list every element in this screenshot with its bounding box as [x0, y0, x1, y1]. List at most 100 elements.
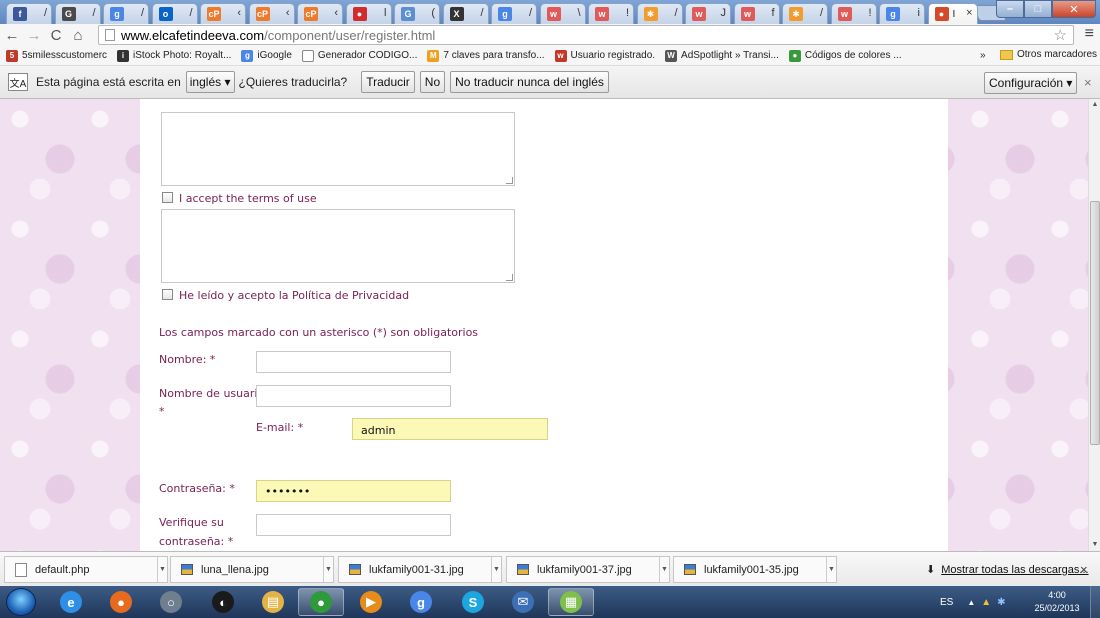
browser-tab[interactable]: ● l	[345, 3, 392, 24]
download-item[interactable]: luna_llena.jpg ▼	[170, 556, 334, 583]
browser-tab[interactable]: cP ‹	[248, 3, 295, 24]
tab-close-icon[interactable]: J	[721, 7, 727, 19]
taskbar-app[interactable]: ▦	[548, 588, 594, 616]
address-bar[interactable]: www.elcafetindeeva.com/component/user/re…	[98, 25, 1074, 45]
taskbar-app[interactable]: ○	[148, 588, 194, 616]
show-all-downloads[interactable]: ⬇ Mostrar todas las descargas...	[926, 563, 1089, 577]
bookmark-item[interactable]: g iGoogle	[241, 49, 292, 62]
username-input[interactable]	[256, 385, 451, 407]
taskbar-app[interactable]: ✉	[500, 588, 546, 616]
privacy-checkbox[interactable]	[162, 289, 173, 300]
start-button[interactable]	[6, 588, 36, 616]
chevron-down-icon[interactable]: ▼	[659, 557, 669, 582]
tab-close-icon[interactable]: /	[189, 7, 192, 19]
browser-tab[interactable]: w!	[830, 3, 877, 24]
verify-password-input[interactable]	[256, 514, 451, 536]
browser-tab[interactable]: w!	[588, 3, 634, 24]
warning-icon[interactable]: ▲	[981, 597, 991, 608]
clock[interactable]: 4:00 25/02/2013	[1032, 589, 1082, 615]
chevron-down-icon[interactable]: ▼	[323, 557, 333, 582]
language-select[interactable]: inglés ▾	[185, 71, 235, 93]
taskbar-app[interactable]: g	[398, 588, 444, 616]
chevron-down-icon[interactable]: ▼	[491, 557, 501, 582]
download-item[interactable]: lukfamily001-37.jpg ▼	[506, 556, 670, 583]
chevron-down-icon[interactable]: ▼	[826, 557, 836, 582]
bookmark-star-icon[interactable]: ☆	[1054, 26, 1067, 44]
tab-close-icon[interactable]: (	[431, 7, 435, 19]
browser-tab[interactable]: cP ‹	[297, 3, 343, 24]
browser-tab[interactable]: o /	[151, 3, 198, 24]
taskbar-app[interactable]: e	[48, 588, 94, 616]
taskbar-app[interactable]: ◐	[200, 588, 246, 616]
tab-close-icon[interactable]: ‹	[334, 7, 338, 19]
browser-tab[interactable]: ✱ /	[782, 3, 828, 24]
privacy-textarea[interactable]	[161, 209, 515, 283]
tab-close-icon[interactable]: i	[918, 7, 920, 19]
browser-tab[interactable]: wf	[733, 3, 780, 24]
network-icon[interactable]: ✱	[997, 597, 1005, 608]
taskbar-app[interactable]: S	[450, 588, 496, 616]
close-icon[interactable]: ×	[1084, 75, 1092, 90]
browser-tab[interactable]: G(	[394, 3, 440, 24]
name-input[interactable]	[256, 351, 451, 373]
scroll-down-icon[interactable]: ▼	[1089, 539, 1100, 551]
bookmark-item[interactable]: i iStock Photo: Royalt...	[117, 49, 231, 62]
browser-tab[interactable]: X /	[442, 3, 489, 24]
no-button[interactable]: No	[419, 71, 446, 93]
tab-close-icon[interactable]: !	[868, 7, 871, 19]
tab-close-icon[interactable]: /	[529, 7, 532, 19]
chevron-down-icon[interactable]: ▼	[157, 557, 167, 582]
browser-tab[interactable]: ✱ /	[636, 3, 683, 24]
vertical-scrollbar[interactable]: ▲ ▼	[1088, 99, 1100, 551]
browser-tab[interactable]: G /	[54, 3, 101, 24]
browser-tab[interactable]: gi	[879, 3, 925, 24]
bookmark-item[interactable]: W AdSpotlight » Transi...	[665, 49, 779, 62]
taskbar-app[interactable]: ▤	[250, 588, 296, 616]
bookmark-item[interactable]: 5 5smilesscustomerc	[6, 49, 107, 62]
download-item[interactable]: lukfamily001-31.jpg ▼	[338, 556, 502, 583]
bookmark-item[interactable]: w Usuario registrado.	[554, 49, 655, 62]
maximize-button[interactable]: □	[1024, 0, 1052, 18]
close-window-button[interactable]: ✕	[1052, 0, 1096, 18]
show-hidden-icons-icon[interactable]: ▲	[967, 598, 975, 607]
terms-checkbox[interactable]	[162, 192, 173, 203]
browser-tab[interactable]: cP ‹	[200, 3, 246, 24]
tab-close-icon[interactable]: !	[626, 7, 629, 19]
tab-close-icon[interactable]: ×	[966, 7, 972, 19]
tab-close-icon[interactable]: /	[820, 7, 823, 19]
back-icon[interactable]: ←	[2, 27, 22, 44]
download-item[interactable]: lukfamily001-35.jpg ▼	[673, 556, 837, 583]
bookmarks-overflow-button[interactable]: »	[980, 50, 986, 61]
tab-close-icon[interactable]: /	[141, 7, 144, 19]
password-input[interactable]: •••••••	[256, 480, 451, 502]
language-indicator[interactable]: ES	[940, 597, 953, 608]
email-input[interactable]: admin	[352, 418, 548, 440]
browser-tab[interactable]: f /	[6, 3, 52, 24]
browser-tab[interactable]: w \	[539, 3, 586, 24]
terms-textarea[interactable]	[161, 112, 515, 186]
browser-tab[interactable]: ● I ×	[927, 3, 978, 24]
close-icon[interactable]: ×	[1080, 562, 1088, 577]
never-translate-button[interactable]: No traducir nunca del inglés	[450, 71, 609, 93]
browser-tab[interactable]: g /	[103, 3, 149, 24]
scroll-up-icon[interactable]: ▲	[1089, 99, 1100, 111]
bookmark-item[interactable]: Generador CODIGO...	[301, 49, 417, 62]
taskbar-app[interactable]: ●	[298, 588, 344, 616]
tab-close-icon[interactable]: l	[384, 7, 386, 19]
tab-close-icon[interactable]: f	[771, 7, 774, 19]
browser-tab[interactable]: g /	[491, 3, 537, 24]
other-bookmarks-folder[interactable]: Otros marcadores	[1000, 49, 1097, 60]
browser-tab[interactable]: wJ	[685, 3, 731, 24]
show-desktop-button[interactable]	[1090, 586, 1100, 618]
reload-icon[interactable]: C	[46, 27, 66, 44]
tab-close-icon[interactable]: /	[92, 7, 95, 19]
taskbar-app[interactable]: ●	[98, 588, 144, 616]
show-all-downloads-link[interactable]: Mostrar todas las descargas...	[941, 564, 1088, 576]
tab-close-icon[interactable]: ‹	[237, 7, 241, 19]
forward-icon[interactable]: →	[24, 27, 44, 44]
home-icon[interactable]: ⌂	[68, 27, 88, 44]
taskbar-app[interactable]: ▶	[348, 588, 394, 616]
translate-button[interactable]: Traducir	[361, 71, 415, 93]
bookmark-item[interactable]: ● Códigos de colores ...	[788, 49, 902, 62]
tab-close-icon[interactable]: \	[577, 7, 580, 19]
